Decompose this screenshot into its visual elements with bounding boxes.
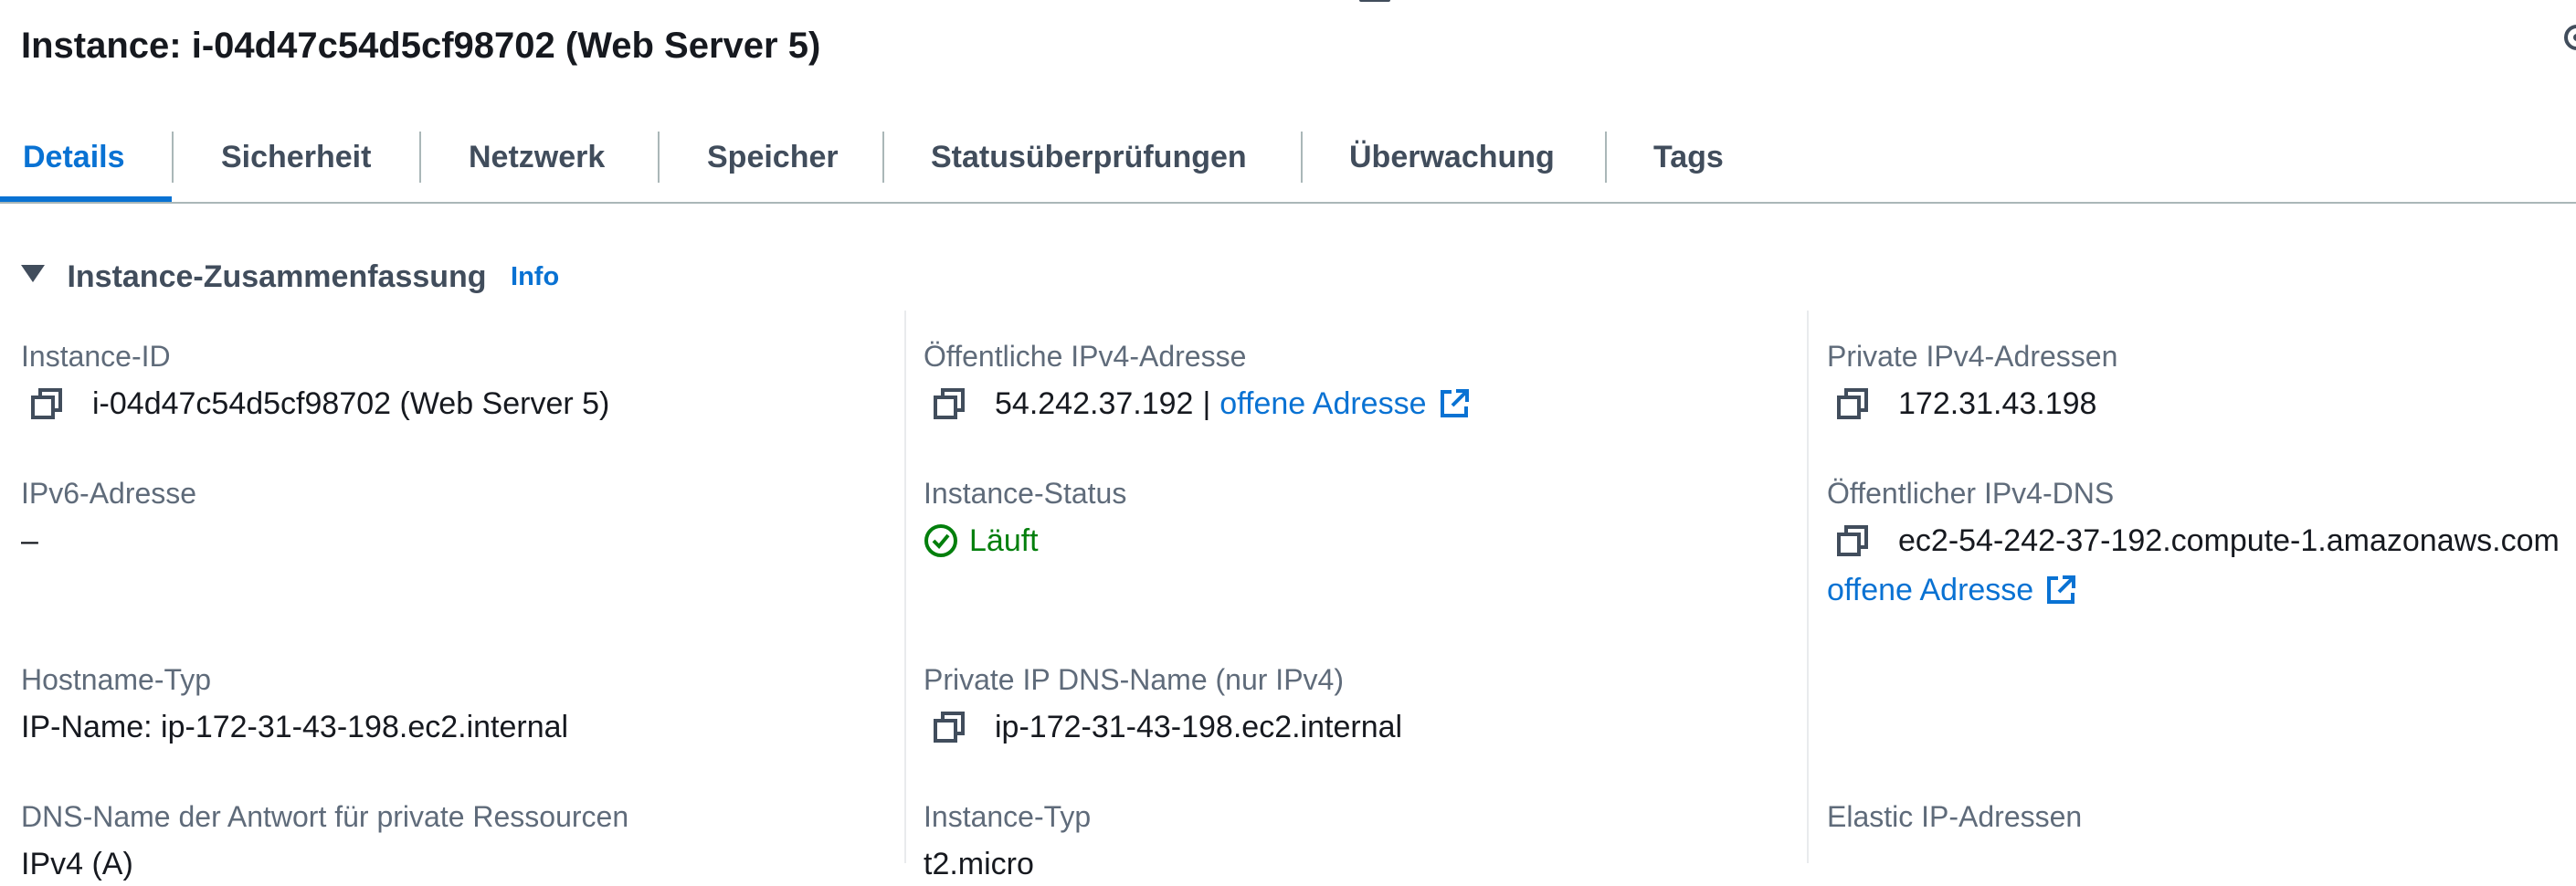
field-label: Private IPv4-Adressen: [1827, 340, 2118, 373]
status-ok-icon: [924, 524, 957, 557]
copy-icon[interactable]: [30, 387, 63, 420]
copy-icon[interactable]: [1836, 387, 1869, 420]
menu-icon[interactable]: [1359, 0, 1390, 13]
tab-divider: [658, 132, 660, 183]
status-value: Läuft: [969, 523, 1039, 558]
tab-divider: [419, 132, 421, 183]
field-value: IP-Name: ip-172-31-43-198.ec2.internal: [21, 710, 569, 744]
copy-icon[interactable]: [933, 711, 966, 744]
field-label: Instance-Status: [924, 477, 1127, 510]
copy-icon[interactable]: [1836, 524, 1869, 557]
field-label: Hostname-Typ: [21, 663, 212, 696]
field-value: ip-172-31-43-198.ec2.internal: [995, 710, 1403, 744]
field-label: IPv6-Adresse: [21, 477, 197, 510]
tab-sicherheit[interactable]: Sicherheit: [221, 121, 371, 201]
field-value: IPv4 (A): [21, 847, 133, 881]
field-dns-answer: DNS-Name der Antwort für private Ressour…: [21, 796, 628, 886]
field-instance-type: Instance-Typ t2.micro: [924, 796, 1091, 886]
section-header[interactable]: Instance-Zusammenfassung Info: [21, 259, 559, 305]
field-value: ec2-54-242-37-192.compute-1.amazonaws.co…: [1898, 523, 2560, 558]
field-label: Elastic IP-Adressen: [1827, 800, 2083, 833]
field-value: i-04d47c54d5cf98702 (Web Server 5): [92, 386, 610, 421]
field-value: 54.242.37.192: [995, 386, 1194, 421]
external-link-icon[interactable]: [1438, 387, 1471, 420]
field-public-dns: Öffentlicher IPv4-DNS ec2-54-242-37-192.…: [1827, 473, 2576, 612]
tab-statusueberpruefungen[interactable]: Statusüberprüfungen: [931, 121, 1247, 201]
column-divider: [904, 311, 906, 863]
field-label: Öffentlicher IPv4-DNS: [1827, 477, 2115, 510]
active-tab-indicator: [0, 196, 172, 202]
tab-netzwerk[interactable]: Netzwerk: [469, 121, 605, 201]
field-label: Öffentliche IPv4-Adresse: [924, 340, 1247, 373]
field-value: t2.micro: [924, 847, 1034, 881]
tab-divider: [882, 132, 884, 183]
tabs-baseline: [0, 202, 2576, 204]
tab-details[interactable]: Details: [23, 121, 125, 201]
field-label: Instance-Typ: [924, 800, 1092, 833]
section-title: Instance-Zusammenfassung: [67, 259, 487, 294]
tab-divider: [1301, 132, 1303, 183]
field-label: DNS-Name der Antwort für private Ressour…: [21, 800, 629, 833]
value-separator: |: [1202, 386, 1211, 421]
info-link[interactable]: Info: [511, 262, 559, 291]
field-private-ipv4: Private IPv4-Adressen 172.31.43.198: [1827, 336, 2117, 426]
field-hostname-type: Hostname-Typ IP-Name: ip-172-31-43-198.e…: [21, 659, 568, 749]
field-value: 172.31.43.198: [1898, 386, 2097, 421]
tab-divider: [1605, 132, 1607, 183]
field-label: Private IP DNS-Name (nur IPv4): [924, 663, 1344, 696]
field-instance-id: Instance-ID i-04d47c54d5cf98702 (Web Ser…: [21, 336, 609, 426]
external-link-icon[interactable]: [2044, 574, 2077, 606]
tab-speicher[interactable]: Speicher: [707, 121, 839, 201]
copy-icon[interactable]: [933, 387, 966, 420]
field-ipv6: IPv6-Adresse –: [21, 473, 196, 563]
field-elastic-ip: Elastic IP-Adressen: [1827, 796, 2082, 842]
tab-divider: [172, 132, 174, 183]
field-value: –: [21, 523, 38, 558]
tab-ueberwachung[interactable]: Überwachung: [1349, 121, 1555, 201]
settings-icon[interactable]: [2561, 22, 2576, 53]
open-address-link[interactable]: offene Adresse: [1219, 382, 1426, 426]
tab-bar: Details Sicherheit Netzwerk Speicher Sta…: [0, 121, 2576, 203]
field-public-ipv4: Öffentliche IPv4-Adresse 54.242.37.192 |…: [924, 336, 1471, 426]
open-address-link[interactable]: offene Adresse: [1827, 568, 2033, 612]
field-private-dns: Private IP DNS-Name (nur IPv4) ip-172-31…: [924, 659, 1402, 749]
caret-down-icon[interactable]: [21, 265, 45, 282]
tab-tags[interactable]: Tags: [1653, 121, 1724, 201]
column-divider: [1807, 311, 1809, 863]
page-title: Instance: i-04d47c54d5cf98702 (Web Serve…: [21, 26, 821, 66]
field-instance-status: Instance-Status Läuft: [924, 473, 1126, 563]
field-label: Instance-ID: [21, 340, 171, 373]
